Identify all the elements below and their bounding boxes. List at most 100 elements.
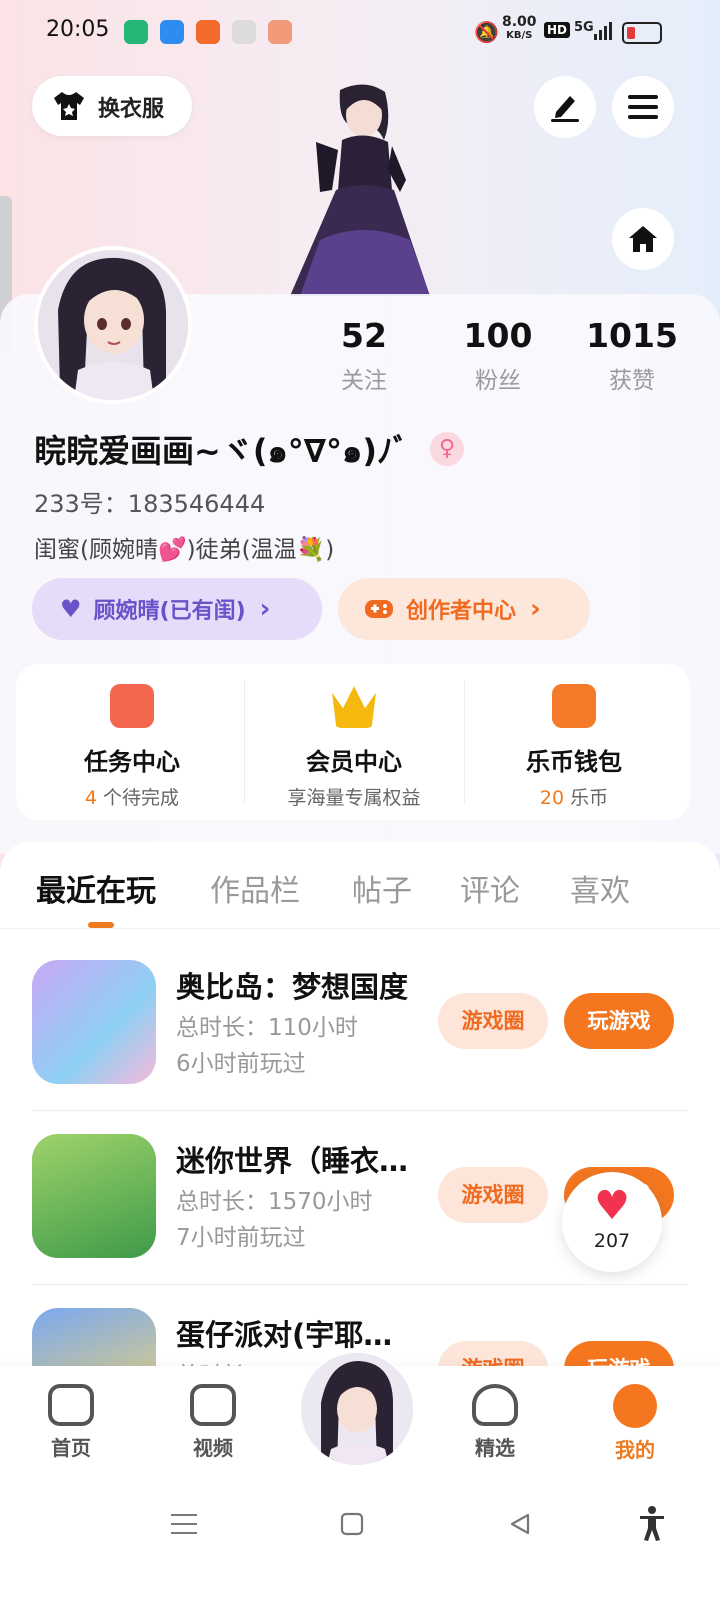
menu-icon <box>628 95 658 119</box>
change-clothes-label: 换衣服 <box>98 97 165 122</box>
game-title: 蛋仔派对(宇耶… <box>176 1318 393 1352</box>
stat-label: 粉丝 <box>475 368 521 394</box>
stat-label: 获赞 <box>609 368 655 394</box>
nav-label: 首页 <box>51 1436 91 1460</box>
game-last-played: 7小时前玩过 <box>176 1225 306 1251</box>
game-circle-button[interactable]: 游戏圈 <box>438 993 548 1049</box>
user-id[interactable]: 233号：183546444 <box>34 484 265 519</box>
divider <box>0 928 720 929</box>
wallet-entry[interactable]: 乐币钱包 20 乐币 <box>462 664 686 820</box>
back-triangle-icon[interactable] <box>508 1512 532 1536</box>
chevron-right-icon: › <box>259 594 271 624</box>
game-icon-aobi[interactable] <box>32 960 156 1084</box>
bestie-tag-button[interactable]: ♥ 顾婉晴(已有闺) › <box>32 578 322 640</box>
avatar-portrait-image <box>38 250 188 400</box>
system-navigation-bar <box>0 1476 720 1600</box>
heart-icon: ♥ <box>594 1183 630 1229</box>
menu-button[interactable] <box>612 76 674 138</box>
stat-likes[interactable]: 1015 获赞 <box>572 316 692 395</box>
house-icon <box>629 226 657 252</box>
vip-center-entry[interactable]: 会员中心 享海量专属权益 <box>242 664 466 820</box>
game-duration: 总时长：110小时 <box>176 1015 358 1041</box>
wallet-icon <box>552 684 596 728</box>
game-title: 迷你世界（睡衣… <box>176 1144 409 1178</box>
creator-center-button[interactable]: 创作者中心 › <box>338 578 590 640</box>
nav-label: 精选 <box>475 1436 515 1460</box>
pen-icon <box>551 96 579 122</box>
face-icon <box>613 1384 657 1428</box>
user-bio: 闺蜜(顾婉晴💕)徒弟(温温💐) <box>34 537 335 563</box>
avatar-character-image[interactable] <box>280 80 450 296</box>
quick-subtitle: 20 乐币 <box>539 787 609 809</box>
game-circle-button[interactable]: 游戏圈 <box>438 1167 548 1223</box>
accessibility-icon[interactable] <box>638 1506 666 1542</box>
stat-label: 关注 <box>341 368 387 394</box>
app-notification-icon <box>124 20 148 44</box>
quick-title: 会员中心 <box>306 748 402 776</box>
game-duration: 总时长：1570小时 <box>176 1189 373 1215</box>
play-game-button[interactable]: 玩游戏 <box>564 993 674 1049</box>
game-row[interactable]: 奥比岛：梦想国度 总时长：110小时 6小时前玩过 游戏圈 玩游戏 <box>0 938 720 1112</box>
stat-fans[interactable]: 100 粉丝 <box>438 316 558 395</box>
app-notification-icon <box>268 20 292 44</box>
bestie-tag-label: 顾婉晴(已有闺) <box>93 599 246 624</box>
hd-icon: HD <box>544 22 571 38</box>
nav-label: 视频 <box>193 1436 233 1460</box>
edit-button[interactable] <box>534 76 596 138</box>
quick-subtitle: 享海量专属权益 <box>287 787 421 809</box>
signal-icon: 5G <box>574 20 594 35</box>
avatar-portrait-image <box>301 1353 413 1465</box>
quick-title: 乐币钱包 <box>526 748 622 776</box>
stat-following[interactable]: 52 关注 <box>304 316 424 395</box>
game-last-played: 6小时前玩过 <box>176 1051 306 1077</box>
play-icon <box>190 1384 236 1426</box>
heart-icon: ♥ <box>60 595 82 623</box>
floating-like-button[interactable]: ♥ 207 <box>562 1172 662 1272</box>
nav-label: 我的 <box>615 1438 655 1462</box>
home-button[interactable] <box>612 208 674 270</box>
stat-number: 1015 <box>586 316 678 355</box>
nav-home[interactable]: 首页 <box>26 1384 116 1461</box>
home-square-icon[interactable] <box>340 1512 364 1536</box>
tab-comments[interactable]: 评论 <box>460 866 520 910</box>
stat-number: 52 <box>341 316 387 355</box>
notification-icons <box>124 20 292 44</box>
calendar-check-icon <box>110 684 154 728</box>
status-bar: 20:05 🔕 8.00 KB/S HD 5G <box>0 0 720 64</box>
tab-posts[interactable]: 帖子 <box>352 866 412 910</box>
game-icon-miniworld[interactable] <box>32 1134 156 1258</box>
female-icon: ♀ <box>430 432 464 466</box>
recents-menu-icon[interactable] <box>170 1512 198 1536</box>
task-center-entry[interactable]: 任务中心 4 个待完成 <box>20 664 244 820</box>
quick-access-card: 任务中心 4 个待完成 会员中心 享海量专属权益 乐币钱包 20 乐币 <box>16 664 690 820</box>
center-avatar-button[interactable] <box>298 1350 416 1468</box>
stat-number: 100 <box>463 316 533 355</box>
chevron-right-icon: › <box>530 594 541 624</box>
mute-icon: 🔕 <box>474 20 499 44</box>
game-title: 奥比岛：梦想国度 <box>176 970 409 1004</box>
quick-title: 任务中心 <box>84 748 180 776</box>
gamepad-icon <box>365 600 393 618</box>
nav-video[interactable]: 视频 <box>168 1384 258 1461</box>
nav-mine[interactable]: 我的 <box>590 1384 680 1463</box>
tab-recently-played[interactable]: 最近在玩 <box>36 866 156 910</box>
app-notification-icon <box>196 20 220 44</box>
nav-featured[interactable]: 精选 <box>450 1384 540 1461</box>
net-speed: 8.00 KB/S <box>502 14 537 41</box>
tab-likes[interactable]: 喜欢 <box>570 866 630 910</box>
tab-works[interactable]: 作品栏 <box>210 866 300 910</box>
gamepad-icon <box>48 1384 94 1426</box>
divider <box>32 1284 688 1285</box>
battery-icon <box>622 22 662 44</box>
shirt-icon <box>54 92 84 120</box>
user-nickname: 睆睆爱画画~ヾ(๑°∇°๑)ﾉﾞ <box>34 432 409 470</box>
app-notification-icon <box>232 20 256 44</box>
change-clothes-button[interactable]: 换衣服 <box>32 76 192 136</box>
signal-bars-icon <box>594 22 612 40</box>
status-time: 20:05 <box>46 17 110 42</box>
app-notification-icon <box>160 20 184 44</box>
divider <box>32 1110 688 1111</box>
crown-icon <box>332 686 376 728</box>
like-count: 207 <box>593 1230 631 1252</box>
user-avatar[interactable] <box>34 246 192 404</box>
